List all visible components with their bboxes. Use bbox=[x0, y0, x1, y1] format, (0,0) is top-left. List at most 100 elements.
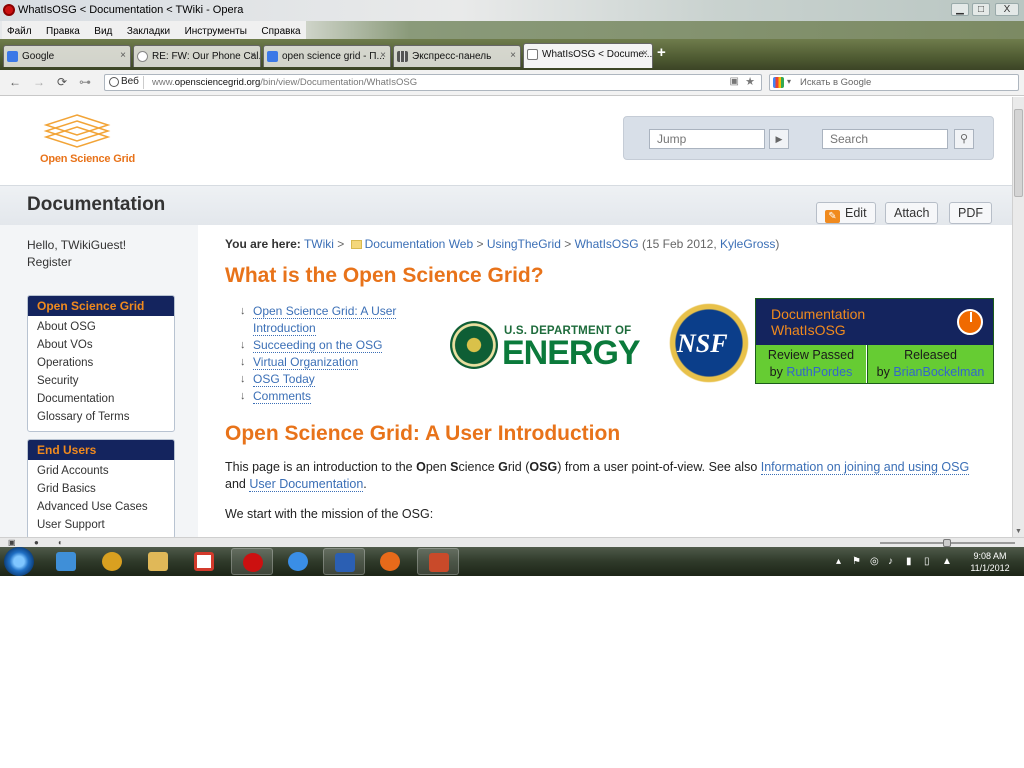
web-badge[interactable]: Веб bbox=[107, 76, 144, 89]
nav-box-title[interactable]: Open Science Grid bbox=[28, 296, 174, 316]
scrollbar-thumb[interactable] bbox=[1014, 109, 1023, 197]
nav-box-title[interactable]: End Users bbox=[28, 440, 174, 460]
pdf-button[interactable]: PDF bbox=[949, 202, 992, 224]
breadcrumb-author[interactable]: KyleGross bbox=[720, 237, 775, 251]
menu-help[interactable]: Справка bbox=[256, 23, 305, 40]
taskbar-app[interactable] bbox=[45, 548, 87, 575]
nav-item[interactable]: Grid Accounts bbox=[28, 462, 174, 480]
network-icon[interactable]: ▮ bbox=[906, 556, 912, 567]
menu-tools[interactable]: Инструменты bbox=[180, 23, 252, 40]
breadcrumb-web[interactable]: Documentation Web bbox=[365, 237, 474, 251]
minimize-button[interactable]: ▁ bbox=[951, 3, 969, 16]
turbo-icon[interactable]: ● bbox=[34, 538, 39, 547]
rss-icon[interactable]: ▣ bbox=[730, 76, 739, 87]
back-icon[interactable]: ← bbox=[9, 75, 21, 89]
flag-icon[interactable]: ⚑ bbox=[852, 556, 861, 567]
tray-expand-icon[interactable]: ▴ bbox=[836, 556, 841, 567]
close-tab-icon[interactable]: × bbox=[250, 50, 256, 61]
releaser-link[interactable]: BrianBockelman bbox=[893, 365, 984, 379]
arrow-down-icon: ↓ bbox=[240, 339, 246, 351]
edit-button[interactable]: ✎ Edit bbox=[816, 202, 876, 224]
toc-item[interactable]: ↓ OSG Today bbox=[240, 371, 420, 388]
tab-google[interactable]: Google × bbox=[3, 45, 131, 67]
taskbar-app[interactable] bbox=[137, 548, 179, 575]
bookmark-star-icon[interactable]: ★ bbox=[745, 75, 755, 88]
key-icon[interactable]: ⊶ bbox=[79, 75, 91, 89]
tab-bar: Google × RE: FW: Our Phone Cal... × open… bbox=[0, 39, 1024, 70]
toc-item[interactable]: ↓ Open Science Grid: A User Introduction bbox=[240, 303, 420, 337]
forward-icon[interactable]: → bbox=[33, 75, 45, 89]
menu-edit[interactable]: Правка bbox=[41, 23, 85, 40]
close-window-button[interactable]: X bbox=[995, 3, 1019, 16]
address-toolbar: ← → ⟳ ⊶ Веб www.opensciencegrid.org/bin/… bbox=[0, 70, 1024, 96]
taskbar-app[interactable] bbox=[369, 548, 411, 575]
toc-item[interactable]: ↓ Comments bbox=[240, 388, 420, 405]
vertical-scrollbar[interactable]: ▼ bbox=[1012, 97, 1024, 537]
address-field[interactable]: Веб www.opensciencegrid.org/bin/view/Doc… bbox=[104, 74, 762, 91]
maximize-button[interactable]: □ bbox=[972, 3, 990, 16]
nav-item[interactable]: Operations bbox=[28, 354, 174, 372]
scroll-down-icon[interactable]: ▼ bbox=[1015, 528, 1022, 535]
nav-item[interactable]: User Support bbox=[28, 516, 174, 534]
jump-input[interactable] bbox=[649, 129, 765, 149]
web-title[interactable]: Documentation bbox=[27, 194, 165, 216]
reload-icon[interactable]: ⟳ bbox=[57, 75, 67, 89]
speed-icon[interactable]: ◐ bbox=[58, 538, 63, 547]
doe-logo[interactable]: U.S. DEPARTMENT OF ENERGY bbox=[450, 317, 645, 372]
close-tab-icon[interactable]: × bbox=[120, 50, 126, 61]
nav-item[interactable]: Security bbox=[28, 372, 174, 390]
start-button[interactable] bbox=[4, 547, 34, 576]
nav-item[interactable]: Documentation bbox=[28, 390, 174, 408]
nav-item[interactable]: About VOs bbox=[28, 336, 174, 354]
close-tab-icon[interactable]: × bbox=[380, 50, 386, 61]
tray-app-icon[interactable]: ◎ bbox=[870, 556, 879, 567]
zoom-slider-knob[interactable] bbox=[943, 539, 951, 547]
register-link[interactable]: Register bbox=[27, 254, 126, 271]
close-tab-icon[interactable]: × bbox=[510, 50, 516, 61]
reviewer-link[interactable]: RuthPordes bbox=[786, 365, 852, 379]
search-engine-field[interactable]: ▾ Искать в Google bbox=[769, 74, 1019, 91]
arrow-down-icon: ↓ bbox=[240, 305, 246, 317]
toc-item[interactable]: ↓ Virtual Organization bbox=[240, 354, 420, 371]
osg-logo[interactable]: Open Science Grid bbox=[40, 113, 140, 167]
volume-icon[interactable]: ♪ bbox=[888, 556, 893, 567]
nav-item[interactable]: Glossary of Terms bbox=[28, 408, 174, 426]
magnifier-icon[interactable]: ⚲ bbox=[954, 129, 974, 149]
nsf-logo[interactable]: NSF bbox=[665, 299, 753, 387]
nav-item[interactable]: Grid Basics bbox=[28, 480, 174, 498]
tab-search-results[interactable]: open science grid - П... × bbox=[263, 45, 391, 67]
breadcrumb-topic[interactable]: WhatIsOSG bbox=[575, 237, 639, 251]
taskbar-app[interactable] bbox=[231, 548, 273, 575]
taskbar-app[interactable] bbox=[277, 548, 319, 575]
breadcrumb-twiki[interactable]: TWiki bbox=[304, 237, 334, 251]
left-sidebar: Hello, TWikiGuest! Register Open Science… bbox=[0, 225, 198, 537]
menu-view[interactable]: Вид bbox=[89, 23, 117, 40]
attach-button[interactable]: Attach bbox=[885, 202, 939, 224]
user-documentation-link[interactable]: User Documentation bbox=[249, 477, 364, 492]
taskbar-app[interactable] bbox=[323, 548, 365, 575]
menu-file[interactable]: Файл bbox=[2, 23, 37, 40]
battery-icon[interactable]: ▯ bbox=[924, 556, 930, 567]
taskbar-app[interactable] bbox=[417, 548, 459, 575]
drive-icon[interactable]: ▲ bbox=[942, 556, 952, 567]
tab-whatisosg[interactable]: WhatIsOSG < Docume... × bbox=[523, 43, 653, 68]
search-input[interactable] bbox=[822, 129, 948, 149]
menu-bookmarks[interactable]: Закладки bbox=[122, 23, 175, 40]
tab-email[interactable]: RE: FW: Our Phone Cal... × bbox=[133, 45, 261, 67]
panel-toggle-icon[interactable]: ▣ bbox=[8, 538, 16, 547]
joining-osg-link[interactable]: Information on joining and using OSG bbox=[760, 460, 970, 475]
toc-item[interactable]: ↓ Succeeding on the OSG bbox=[240, 337, 420, 354]
opera-icon bbox=[243, 553, 263, 572]
taskbar-app[interactable] bbox=[183, 548, 225, 575]
jump-arrow-icon[interactable]: ▶ bbox=[769, 129, 789, 149]
nav-item[interactable]: Advanced Use Cases bbox=[28, 498, 174, 516]
system-clock[interactable]: 9:08 AM 11/1/2012 bbox=[962, 550, 1018, 574]
new-tab-button[interactable]: + bbox=[657, 44, 666, 61]
nav-item[interactable]: About OSG bbox=[28, 318, 174, 336]
close-tab-icon[interactable]: × bbox=[642, 48, 648, 59]
url-text[interactable]: www.opensciencegrid.org/bin/view/Documen… bbox=[152, 77, 417, 88]
chevron-down-icon[interactable]: ▾ bbox=[787, 77, 791, 86]
taskbar-app[interactable] bbox=[91, 548, 133, 575]
breadcrumb-parent[interactable]: UsingTheGrid bbox=[487, 237, 561, 251]
tab-speed-dial[interactable]: Экспресс-панель × bbox=[393, 45, 521, 67]
